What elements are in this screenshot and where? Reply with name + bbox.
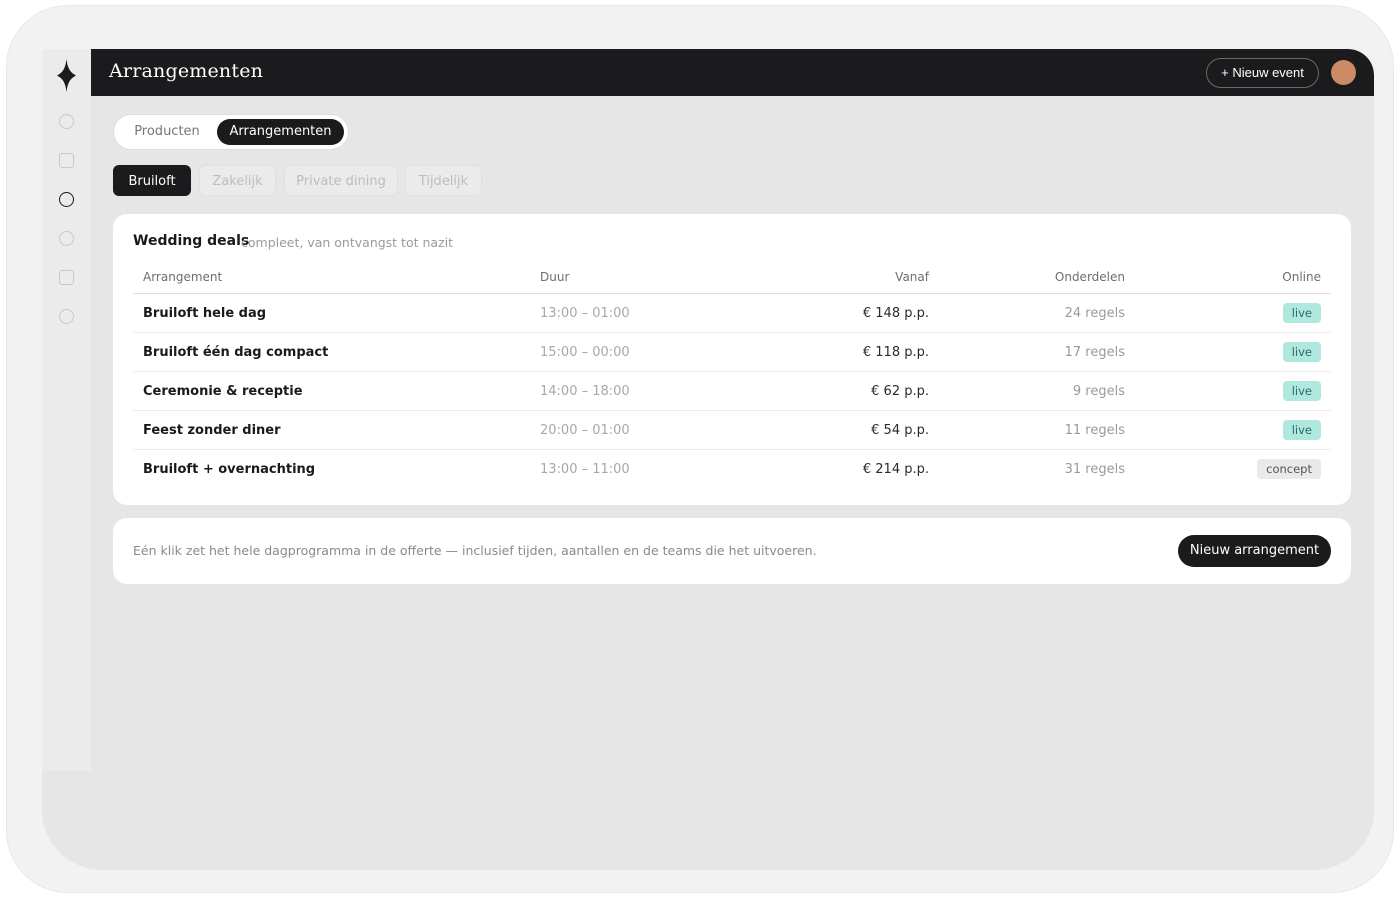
arrangement-price: € 118 p.p.	[862, 345, 929, 360]
wedding-deals-card: Wedding deals compleet, van ontvangst to…	[113, 214, 1351, 505]
arrangement-parts: 9 regels	[1072, 384, 1125, 399]
sidebar-nav-active-circle-icon[interactable]	[59, 192, 74, 207]
app-screen: Arrangementen + Nieuw event Producten Ar…	[42, 49, 1374, 870]
arrangement-price: € 62 p.p.	[871, 384, 929, 399]
column-header-arrangement[interactable]: Arrangement	[143, 270, 222, 284]
sidebar-nav-circle-icon[interactable]	[59, 231, 74, 246]
chip-zakelijk[interactable]: Zakelijk	[199, 165, 276, 196]
arrangement-duration: 13:00 – 11:00	[540, 462, 630, 477]
avatar[interactable]	[1331, 60, 1356, 85]
arrangement-name: Bruiloft + overnachting	[143, 462, 316, 477]
arrangement-price: € 148 p.p.	[862, 306, 929, 321]
page-title: Arrangementen	[109, 60, 264, 82]
arrangement-price: € 214 p.p.	[862, 462, 929, 477]
sidebar-nav-square-icon[interactable]	[59, 270, 74, 285]
segment-producten[interactable]: Producten	[118, 119, 216, 145]
brand-logo-icon[interactable]	[57, 59, 76, 92]
new-event-button[interactable]: + Nieuw event	[1206, 58, 1319, 88]
table-row[interactable]: Feest zonder diner 20:00 – 01:00 € 54 p.…	[133, 411, 1331, 450]
table-row[interactable]: Bruiloft één dag compact 15:00 – 00:00 €…	[133, 333, 1331, 372]
segmented-control: Producten Arrangementen	[113, 114, 349, 150]
sidebar	[42, 49, 91, 771]
card-title: Wedding deals	[133, 233, 250, 249]
arrangement-duration: 15:00 – 00:00	[540, 345, 630, 360]
arrangement-duration: 14:00 – 18:00	[540, 384, 630, 399]
status-badge[interactable]: concept	[1257, 459, 1321, 479]
arrangement-parts: 31 regels	[1064, 462, 1125, 477]
status-badge[interactable]: live	[1282, 342, 1321, 362]
table-header: Arrangement Duur Vanaf Onderdelen Online	[133, 260, 1331, 294]
arrangement-name: Feest zonder diner	[143, 423, 281, 438]
arrangement-price: € 54 p.p.	[871, 423, 929, 438]
sidebar-nav-square-icon[interactable]	[59, 153, 74, 168]
arrangement-duration: 13:00 – 01:00	[540, 306, 630, 321]
chip-tijdelijk[interactable]: Tijdelijk	[405, 165, 482, 196]
tablet-frame: Arrangementen + Nieuw event Producten Ar…	[6, 5, 1394, 893]
column-header-vanaf[interactable]: Vanaf	[895, 270, 929, 284]
sidebar-nav-circle-icon[interactable]	[59, 309, 74, 324]
card-subtitle: compleet, van ontvangst tot nazit	[241, 235, 453, 250]
top-bar: Arrangementen + Nieuw event	[91, 49, 1374, 96]
table-row[interactable]: Ceremonie & receptie 14:00 – 18:00 € 62 …	[133, 372, 1331, 411]
sidebar-nav-circle-icon[interactable]	[59, 114, 74, 129]
arrangement-parts: 24 regels	[1064, 306, 1125, 321]
chip-private-dining[interactable]: Private dining	[284, 165, 398, 196]
column-header-online[interactable]: Online	[1282, 270, 1321, 284]
chip-bruiloft[interactable]: Bruiloft	[113, 165, 191, 196]
arrangement-parts: 17 regels	[1064, 345, 1125, 360]
column-header-duur[interactable]: Duur	[540, 270, 569, 284]
arrangements-table: Arrangement Duur Vanaf Onderdelen Online…	[133, 260, 1331, 489]
column-header-onderdelen[interactable]: Onderdelen	[1055, 270, 1125, 284]
status-badge[interactable]: live	[1282, 420, 1321, 440]
arrangement-duration: 20:00 – 01:00	[540, 423, 630, 438]
arrangement-name: Ceremonie & receptie	[143, 384, 303, 399]
status-badge[interactable]: live	[1282, 303, 1321, 323]
arrangement-name: Bruiloft één dag compact	[143, 345, 329, 360]
table-row[interactable]: Bruiloft hele dag 13:00 – 01:00 € 148 p.…	[133, 294, 1331, 333]
status-badge[interactable]: live	[1282, 381, 1321, 401]
arrangement-parts: 11 regels	[1064, 423, 1125, 438]
new-arrangement-button[interactable]: Nieuw arrangement	[1178, 535, 1331, 567]
info-note: Eén klik zet het hele dagprogramma in de…	[133, 543, 817, 558]
table-row[interactable]: Bruiloft + overnachting 13:00 – 11:00 € …	[133, 450, 1331, 489]
arrangement-name: Bruiloft hele dag	[143, 306, 267, 321]
info-card: Eén klik zet het hele dagprogramma in de…	[113, 518, 1351, 584]
segment-arrangementen[interactable]: Arrangementen	[217, 119, 344, 145]
